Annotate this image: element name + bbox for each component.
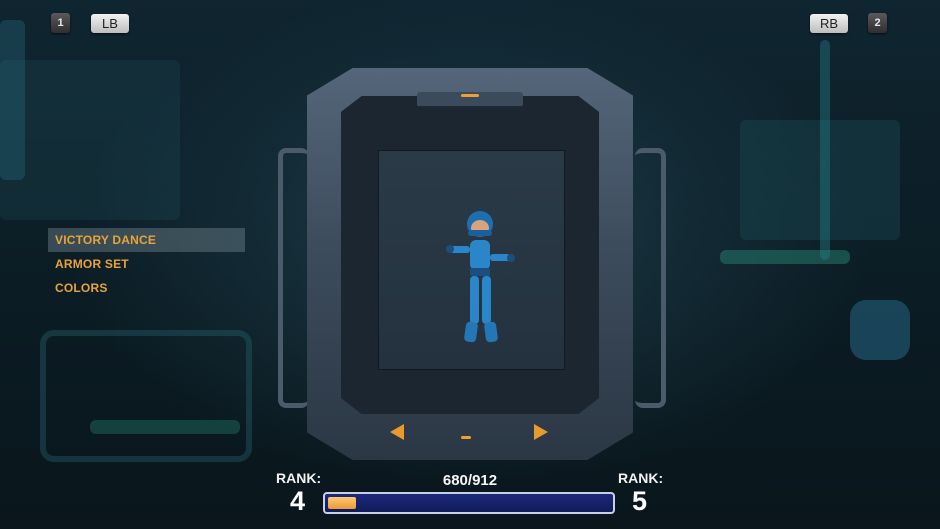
- background-panel: [0, 20, 25, 180]
- rb-button[interactable]: RB: [810, 14, 848, 33]
- left-arrow-icon[interactable]: [390, 424, 404, 440]
- character-figure: [446, 211, 515, 343]
- background-light-strip: [90, 420, 240, 434]
- background-light-strip: [720, 250, 850, 264]
- lb-button[interactable]: LB: [91, 14, 129, 33]
- background-panel: [40, 330, 252, 462]
- menu-item-colors[interactable]: COLORS: [48, 276, 245, 300]
- current-rank-label: RANK:: [276, 470, 322, 486]
- next-rank-label: RANK:: [618, 470, 664, 486]
- background-panel: [850, 300, 910, 360]
- page-1-badge: 1: [51, 13, 70, 33]
- pod-handle-right: [635, 148, 666, 408]
- pod-light: [461, 436, 471, 439]
- next-rank-value: 5: [632, 486, 648, 516]
- page-2-badge: 2: [868, 13, 887, 33]
- menu-item-armor-set[interactable]: ARMOR SET: [48, 252, 245, 276]
- character-model: [446, 211, 515, 343]
- customization-menu: VICTORY DANCE ARMOR SET COLORS: [48, 228, 245, 300]
- menu-item-victory-dance[interactable]: VICTORY DANCE: [48, 228, 245, 252]
- background-panel: [0, 60, 180, 220]
- rank-progress-fill: [328, 497, 356, 509]
- rank-progress-bar: [323, 492, 615, 514]
- background-light-strip: [820, 40, 830, 260]
- rank-progress-text: 680/912: [442, 472, 498, 489]
- right-arrow-icon[interactable]: [534, 424, 548, 440]
- pod-light: [461, 94, 479, 97]
- pod-handle-left: [278, 148, 309, 408]
- current-rank-value: 4: [290, 486, 306, 516]
